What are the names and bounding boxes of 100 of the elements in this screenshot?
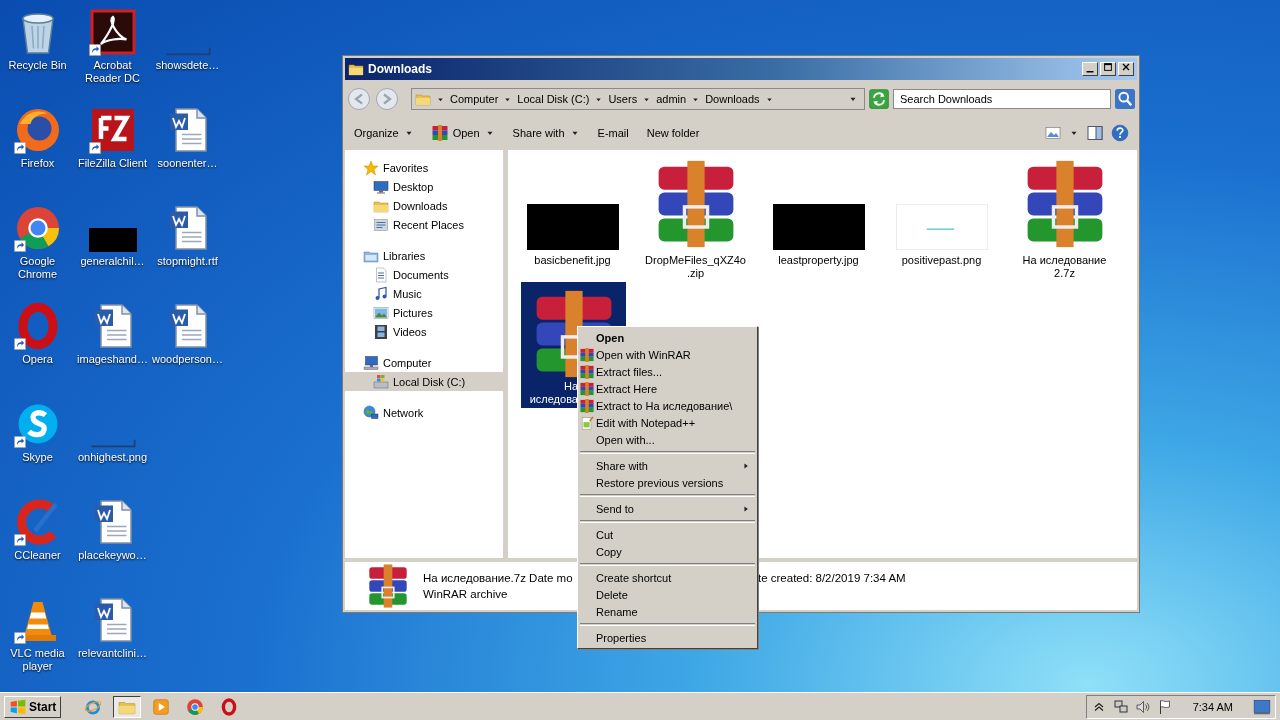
desktop-icon-label[interactable]: Recycle Bin <box>0 59 75 72</box>
desktop-icon-label[interactable]: imageshand… <box>75 353 150 366</box>
file-item[interactable]: positivepast.png <box>888 152 995 282</box>
breadcrumb[interactable]: Computer <box>450 93 499 105</box>
toolbar-button[interactable]: New folder <box>641 124 705 142</box>
nav-item[interactable]: Music <box>345 284 503 303</box>
help-icon[interactable] <box>1111 124 1129 142</box>
notepad-icon <box>580 415 594 430</box>
browser-icon[interactable] <box>13 106 62 154</box>
desktop-icon-label[interactable]: onhighest.png <box>75 451 150 464</box>
close-button[interactable] <box>1118 62 1134 76</box>
preview-pane-icon[interactable] <box>1087 125 1103 141</box>
nav-item[interactable]: Documents <box>345 265 503 284</box>
file-item[interactable]: DropMeFiles_qXZ4o .zip <box>642 152 749 282</box>
address-bar[interactable]: Computer Local Disk (C:) Users admin Downloads <box>411 88 865 110</box>
toolbar-button[interactable]: E-mail <box>592 124 634 142</box>
toolbar-button[interactable]: Share with <box>507 124 585 142</box>
file-type: WinRAR archive <box>423 588 508 600</box>
breadcrumb[interactable]: Users <box>608 93 638 105</box>
blank-thumbnail-icon[interactable] <box>88 438 137 448</box>
network-icon <box>363 404 379 421</box>
nav-item[interactable]: Downloads <box>345 196 503 215</box>
breadcrumb[interactable]: admin <box>656 93 687 105</box>
start-button[interactable]: Start <box>4 695 62 718</box>
file-item[interactable]: На иследование 2.7z <box>1011 152 1118 282</box>
desktop-icon-label[interactable]: Opera <box>0 353 75 366</box>
menu-item[interactable]: Create shortcut <box>578 569 757 586</box>
nav-item[interactable]: Computer <box>345 353 503 372</box>
desktop-icon-label[interactable]: Skype <box>0 451 75 464</box>
star-icon <box>363 159 379 176</box>
folder-icon <box>415 91 431 107</box>
ftp-client-icon[interactable] <box>88 106 137 154</box>
menu-item[interactable]: Delete <box>578 586 757 603</box>
show-desktop-button[interactable] <box>1253 697 1271 716</box>
breadcrumb[interactable]: Local Disk (C:) <box>517 93 590 105</box>
search-button[interactable] <box>1115 89 1135 109</box>
pdf-reader-icon[interactable] <box>88 8 137 56</box>
desktop-icon-label[interactable]: Firefox <box>0 157 75 170</box>
refresh-button[interactable] <box>869 89 889 109</box>
nav-item[interactable]: Favorites <box>345 158 503 177</box>
menu-item[interactable]: Properties <box>578 629 757 646</box>
folder-icon <box>348 61 364 77</box>
archive-icon <box>580 398 594 413</box>
file-item[interactable]: basicbenefit.jpg <box>519 152 626 282</box>
desktop-icon-label[interactable]: FileZilla Client <box>75 157 150 170</box>
desktop-icon-label[interactable]: relevantclini… <box>75 647 150 660</box>
desktop-icon-label[interactable]: Google Chrome <box>0 255 75 281</box>
picture-icon <box>373 304 389 321</box>
window-title: Downloads <box>368 62 432 76</box>
toolbar-button[interactable]: Open <box>426 122 500 144</box>
views-icon[interactable] <box>1045 125 1061 141</box>
file-details: te created: 8/2/2019 7:34 AM <box>758 572 906 584</box>
desktop-icon-label[interactable]: VLC media player <box>0 647 75 673</box>
close-icon <box>1120 61 1132 73</box>
browser-icon <box>220 697 239 716</box>
browser-icon <box>186 697 205 716</box>
menu-item[interactable]: Copy <box>578 543 757 560</box>
taskbar-button[interactable] <box>113 695 142 718</box>
speaker-icon[interactable] <box>1134 698 1151 715</box>
minimize-icon <box>1086 70 1094 73</box>
nav-item[interactable]: Recent Places <box>345 215 503 234</box>
desktop-icon-label[interactable]: soonenter… <box>150 157 225 170</box>
dark-thumbnail-icon[interactable] <box>88 228 137 252</box>
maximize-button[interactable] <box>1100 62 1116 76</box>
nav-item[interactable]: Local Disk (C:) <box>345 372 503 391</box>
menu-item[interactable]: Cut <box>578 526 757 543</box>
light-thumbnail-icon <box>895 204 988 250</box>
computer-icon <box>363 354 379 371</box>
document-icon <box>373 266 389 283</box>
blank-thumbnail-icon[interactable] <box>163 46 212 56</box>
desktop-icon-label[interactable]: woodperson… <box>150 353 225 366</box>
nav-item[interactable]: Pictures <box>345 303 503 322</box>
desktop-icon-label[interactable]: showsdete… <box>150 59 225 72</box>
nav-item[interactable]: Videos <box>345 322 503 341</box>
desktop-icon-label[interactable]: Acrobat Reader DC <box>75 59 150 85</box>
menu-item[interactable]: Edit with Notepad++ <box>578 414 757 431</box>
toolbar-button[interactable]: Organize <box>349 124 419 142</box>
monitor-icon <box>373 178 389 195</box>
film-icon <box>373 323 389 340</box>
network-icon[interactable] <box>1112 698 1129 715</box>
file-details: На иследование.7z Date mo <box>423 572 573 584</box>
desktop-icon-label[interactable]: stopmight.rtf <box>150 255 225 268</box>
desktop-icon-label[interactable]: placekeywo… <box>75 549 150 562</box>
menu-item[interactable]: Open with... <box>578 431 757 448</box>
browser-icon[interactable] <box>13 204 62 252</box>
nav-item[interactable]: Desktop <box>345 177 503 196</box>
minimize-button[interactable] <box>1082 62 1098 76</box>
menu-item[interactable]: Share with <box>578 457 757 474</box>
desktop-icon-label[interactable]: generalchil… <box>75 255 150 268</box>
breadcrumb[interactable]: Downloads <box>705 93 760 105</box>
clock[interactable]: 7:34 AM <box>1192 700 1233 713</box>
search-field[interactable]: Search Downloads <box>893 89 1111 109</box>
archive-icon <box>431 125 448 141</box>
menu-item[interactable]: Send to <box>578 500 757 517</box>
file-item[interactable]: leastproperty.jpg <box>765 152 872 282</box>
desktop-icon-label[interactable]: CCleaner <box>0 549 75 562</box>
menu-item[interactable]: Rename <box>578 603 757 620</box>
nav-item[interactable]: Libraries <box>345 246 503 265</box>
nav-item[interactable]: Network <box>345 403 503 422</box>
menu-item[interactable]: Restore previous versions <box>578 474 757 491</box>
